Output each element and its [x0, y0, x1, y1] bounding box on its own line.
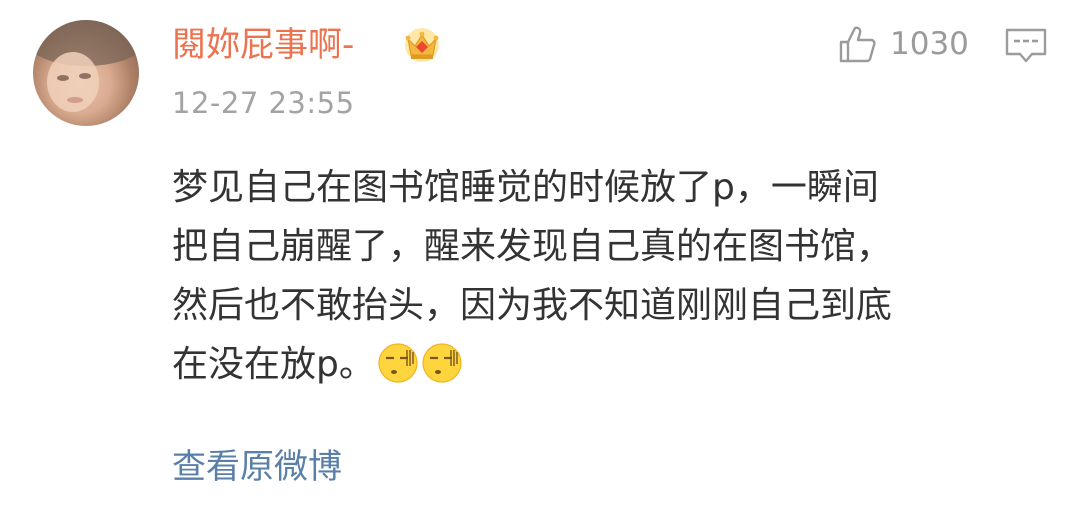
- comment-text: 梦见自己在图书馆睡觉的时候放了p，一瞬间 把自己崩醒了，醒来发现自己真的在图书馆…: [172, 158, 1052, 394]
- awkward-face-emoji: [378, 343, 418, 383]
- thumbs-up-icon: [839, 26, 876, 63]
- like-count: 1030: [890, 26, 969, 62]
- comment-line: 把自己崩醒了，醒来发现自己真的在图书馆，: [172, 226, 893, 267]
- username[interactable]: 閱妳屁事啊-: [172, 22, 354, 68]
- view-original-link[interactable]: 查看原微博: [172, 445, 342, 489]
- timestamp: 12-27 23:55: [172, 86, 355, 120]
- avatar[interactable]: [33, 20, 139, 126]
- awkward-face-emoji: [422, 343, 462, 383]
- crown-icon: [405, 28, 439, 62]
- comment-line: 梦见自己在图书馆睡觉的时候放了p，一瞬间: [172, 167, 879, 208]
- comment-card: 閱妳屁事啊- 12-27 23:55 1030 梦见自己在图书馆睡觉的时候放了p…: [0, 0, 1080, 521]
- comment-icon[interactable]: [1004, 26, 1048, 66]
- avatar-photo: [33, 20, 139, 126]
- comment-line: 然后也不敢抬头，因为我不知道刚刚自己到底: [172, 285, 893, 326]
- comment-line-last: 在没在放p。: [172, 335, 1052, 394]
- comment-line: 在没在放p。: [172, 344, 375, 385]
- like-button[interactable]: 1030: [836, 22, 969, 66]
